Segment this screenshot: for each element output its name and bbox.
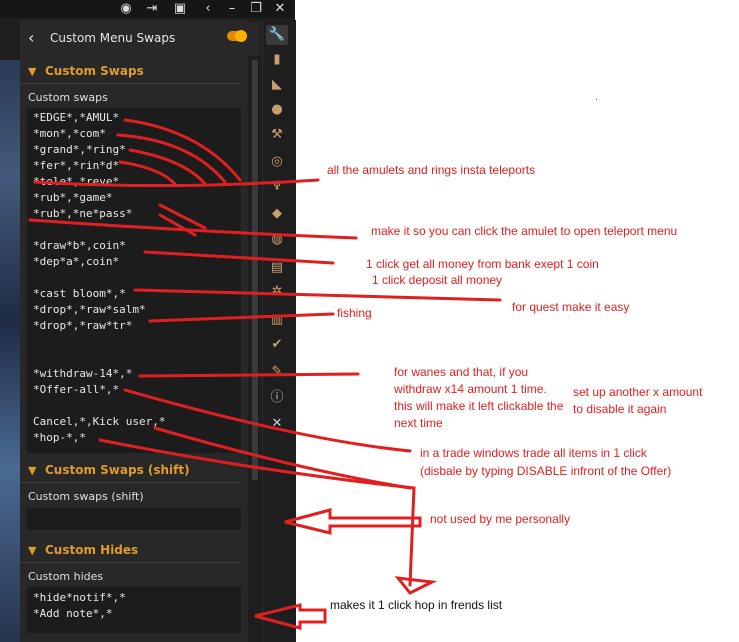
swap-line: *EDGE*,*AMUL* — [33, 111, 120, 124]
hide-line: *Add note*,* — [33, 607, 113, 620]
swap-line: *drop*,*raw*tr* — [33, 319, 133, 332]
swap-line: *rub*,*ne*pass* — [33, 207, 133, 220]
annotation-quest: for quest make it easy — [512, 300, 630, 314]
wrench-icon[interactable]: 🔧 — [266, 25, 288, 45]
crossed-swords-icon[interactable]: ✕ — [266, 414, 288, 434]
book-icon[interactable]: ▥ — [266, 310, 288, 330]
section-custom-hides[interactable]: ▼ Custom Hides — [20, 540, 240, 563]
back-icon[interactable]: ‹ — [198, 1, 218, 17]
notes-icon[interactable]: ▤ — [266, 258, 288, 278]
custom-swaps-shift-textarea[interactable] — [27, 508, 241, 530]
chevron-down-icon: ▼ — [28, 65, 37, 78]
page-title: Custom Menu Swaps — [50, 31, 176, 45]
annotation-hop: makes it 1 click hop in frends list — [330, 598, 503, 612]
map-pin-icon[interactable]: ✲ — [266, 282, 288, 302]
back-icon[interactable]: ‹ — [28, 28, 34, 47]
annotation-trade-all: in a trade windows trade all items in 1 … — [420, 446, 647, 460]
globe-icon[interactable]: ● — [266, 100, 288, 120]
hammer-icon[interactable]: ⚒ — [266, 125, 288, 145]
minimize-icon[interactable]: – — [222, 1, 242, 17]
annotation-bank-deposit: 1 click deposit all money — [372, 273, 503, 287]
stray-dot — [596, 99, 597, 100]
section-custom-swaps[interactable]: ▼ Custom Swaps — [20, 61, 240, 84]
arrow-not-used — [284, 508, 422, 535]
annotation-fishing: fishing — [337, 306, 372, 320]
fish-icon[interactable]: ✎ — [266, 362, 288, 382]
rocks-icon[interactable]: ◆ — [266, 204, 288, 224]
boot-icon[interactable]: ◣ — [266, 75, 288, 95]
swap-line: *rub*,*game* — [33, 191, 113, 204]
annotation-amulets: all the amulets and rings insta teleport… — [327, 163, 536, 177]
chevron-down-icon: ▼ — [28, 464, 37, 477]
chevron-down-icon: ▼ — [28, 544, 37, 557]
panel-header: ‹ Custom Menu Swaps — [20, 22, 260, 56]
swap-line: *dep*a*,coin* — [33, 255, 120, 268]
annotation-wanes: for wanes and that, if you withdraw x14 … — [394, 365, 564, 430]
camera-icon[interactable]: ▣ — [170, 1, 190, 17]
annotation-not-used: not used by me personally — [430, 512, 571, 526]
exit-icon[interactable]: ⇥ — [142, 1, 162, 17]
swap-line: *Offer-all*,* — [33, 383, 120, 396]
swap-line: *draw*b*,coin* — [33, 239, 126, 252]
game-background — [0, 60, 20, 642]
swap-line: *cast bloom*,* — [33, 287, 126, 300]
plugin-toggle[interactable] — [227, 30, 247, 42]
swap-line: *grand*,*ring* — [33, 143, 126, 156]
info-icon[interactable]: ⓘ — [266, 388, 288, 408]
annotation-teleport-menu: make it so you can click the amulet to o… — [371, 224, 678, 238]
bag-icon[interactable]: ◍ — [266, 230, 288, 250]
annotation-trade-disable: (disbale by typing DISABLE infront of th… — [420, 464, 672, 478]
world-check-icon[interactable]: ✔ — [266, 335, 288, 355]
section-title: Custom Swaps — [45, 64, 144, 78]
swap-line: *tele*,*reve* — [33, 175, 120, 188]
custom-swaps-shift-label: Custom swaps (shift) — [28, 490, 144, 503]
section-custom-swaps-shift[interactable]: ▼ Custom Swaps (shift) — [20, 460, 240, 483]
close-icon[interactable]: ✕ — [270, 1, 290, 17]
title-bar: ◉ ⇥ ▣ ‹ – ❐ ✕ — [0, 0, 295, 18]
swap-line: *hop-*,* — [33, 431, 86, 444]
custom-swaps-label: Custom swaps — [28, 91, 108, 104]
section-title: Custom Swaps (shift) — [45, 463, 190, 477]
swap-line: *mon*,*com* — [33, 127, 106, 140]
scrollbar[interactable] — [252, 60, 258, 480]
arrow-hop-head — [394, 576, 438, 595]
restore-icon[interactable]: ❐ — [246, 1, 266, 17]
annotation-disable-again: set up another x amount to disable it ag… — [573, 385, 703, 416]
hide-line: *hide*notif*,* — [33, 591, 126, 604]
swap-line: Cancel,*,Kick user,* — [33, 415, 166, 428]
section-title: Custom Hides — [45, 543, 139, 557]
trophy-icon[interactable]: ♆ — [266, 177, 288, 197]
annotation-bank-get: 1 click get all money from bank exept 1 … — [366, 257, 599, 271]
custom-hides-label: Custom hides — [28, 570, 104, 583]
swap-line: *withdraw-14*,* — [33, 367, 133, 380]
compass-icon[interactable]: ◎ — [266, 152, 288, 172]
swap-line: *fer*,*rin*d* — [33, 159, 120, 172]
discord-icon[interactable]: ◉ — [116, 1, 136, 17]
stats-icon[interactable]: ▮ — [266, 50, 288, 70]
swap-line: *drop*,*raw*salm* — [33, 303, 146, 316]
